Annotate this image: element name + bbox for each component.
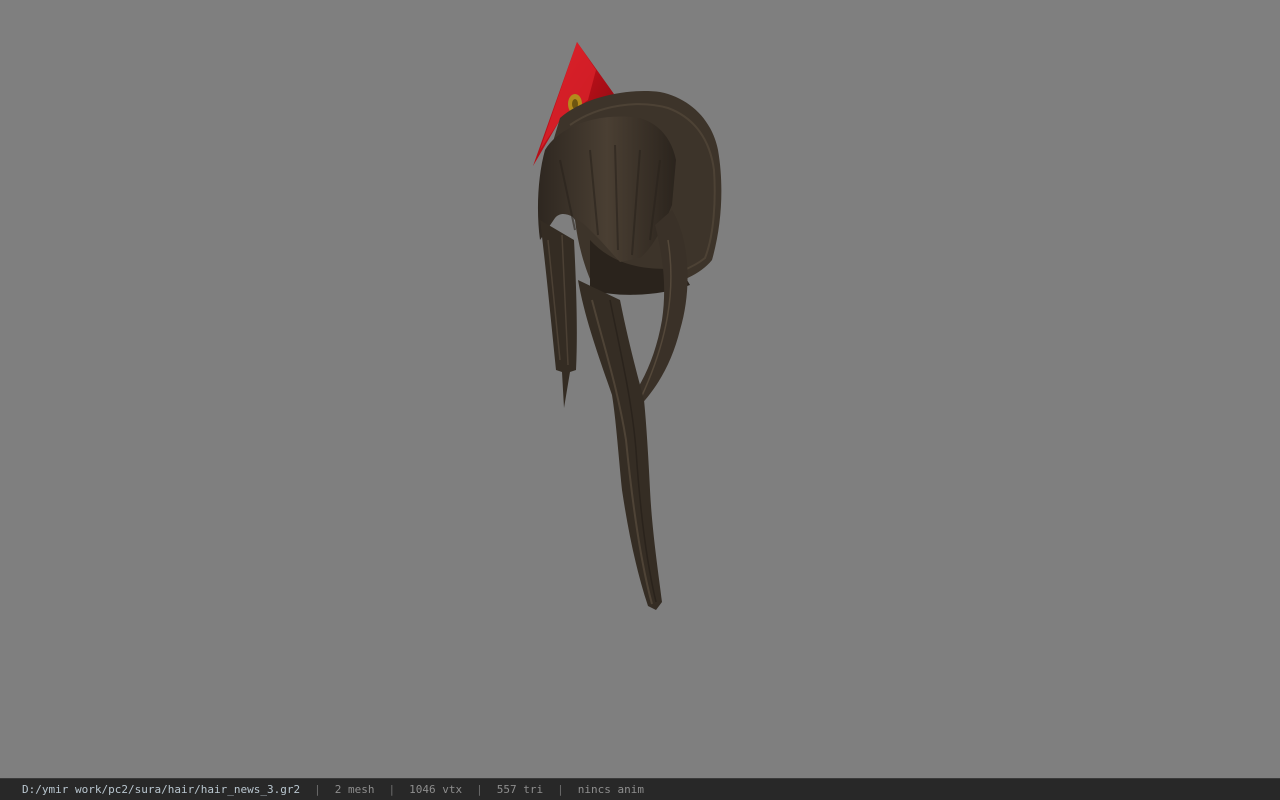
separator: | <box>476 783 483 796</box>
hair-ponytail <box>578 280 662 610</box>
separator: | <box>314 783 321 796</box>
mesh-count: 2 mesh <box>334 783 375 796</box>
vertex-count: 1046 vtx <box>409 783 463 796</box>
3d-viewport[interactable] <box>0 0 1280 778</box>
hair-model[interactable] <box>0 0 1280 778</box>
separator: | <box>388 783 396 796</box>
status-bar: D:/ymir work/pc2/sura/hair/hair_news_3.g… <box>0 778 1280 800</box>
separator: | <box>557 783 564 796</box>
file-path: D:/ymir work/pc2/sura/hair/hair_news_3.g… <box>22 783 301 796</box>
animation-status: nincs anim <box>577 783 644 796</box>
triangle-count: 557 tri <box>496 783 544 796</box>
hair-left-lock <box>540 220 577 408</box>
